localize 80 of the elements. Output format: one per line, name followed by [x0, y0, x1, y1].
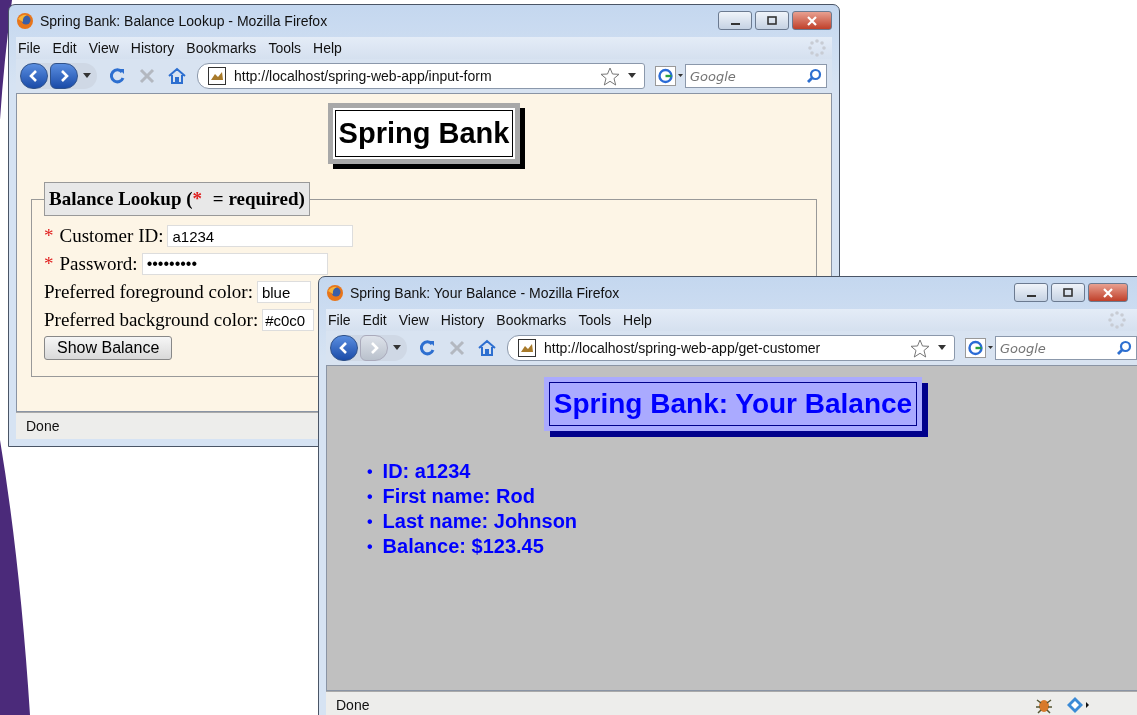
list-item: ID: a1234 [382, 459, 471, 484]
dropdown-icon[interactable] [83, 73, 91, 79]
menu-item[interactable]: Help [623, 312, 652, 328]
throbber-icon [808, 39, 826, 57]
menu-item[interactable]: Edit [362, 312, 387, 328]
dropdown-icon[interactable] [628, 73, 636, 79]
maximize-icon [766, 15, 778, 26]
url-text: http://localhost/spring-web-app/get-customer [544, 340, 822, 356]
search-icon[interactable] [806, 68, 822, 84]
field-label: Preferred foreground color: [44, 281, 253, 303]
reload-icon[interactable] [107, 66, 127, 86]
required-mark: * [44, 225, 54, 247]
bullet: • [367, 487, 373, 507]
address-bar[interactable]: http://localhost/spring-web-app/get-customer [507, 335, 955, 361]
bullet: • [367, 537, 373, 557]
menu-item[interactable]: Tools [268, 40, 302, 56]
window-title: Spring Bank: Balance Lookup - Mozilla Firefox [40, 13, 329, 29]
menu-item[interactable]: File [328, 312, 351, 328]
dropdown-icon[interactable] [938, 345, 946, 351]
list-item: Last name: Johnson [382, 509, 578, 534]
close-button[interactable] [1088, 283, 1128, 302]
maximize-button[interactable] [755, 11, 789, 30]
close-icon [1102, 287, 1114, 298]
search-icon[interactable] [1116, 340, 1132, 356]
field-label: Preferred background color: [44, 309, 259, 331]
google-icon[interactable] [965, 338, 995, 358]
list-item: Balance: $123.45 [382, 534, 544, 559]
close-button[interactable] [792, 11, 832, 30]
google-icon[interactable] [655, 66, 685, 86]
menu-item[interactable]: History [130, 40, 175, 56]
field-label: Customer ID: [59, 225, 164, 247]
maximize-button[interactable] [1051, 283, 1085, 302]
input-field[interactable]: ••••••••• [141, 253, 328, 275]
field-label: Password: [59, 253, 138, 275]
status-text: Done [336, 697, 371, 713]
minimize-button[interactable] [718, 11, 752, 30]
dropdown-icon[interactable] [393, 345, 401, 351]
firefox-icon [326, 284, 344, 302]
reload-icon[interactable] [417, 338, 437, 358]
site-icon [208, 67, 226, 85]
search-field[interactable]: Google [685, 64, 827, 88]
menu-item[interactable]: File [18, 40, 41, 56]
home-icon[interactable] [167, 66, 187, 86]
back-button[interactable] [20, 63, 48, 89]
input-field[interactable]: blue [256, 281, 311, 303]
star-icon[interactable] [600, 66, 620, 86]
sync-icon [1066, 696, 1090, 714]
minimize-button[interactable] [1014, 283, 1048, 302]
search-field[interactable]: Google [995, 336, 1137, 360]
menu-item[interactable]: Edit [52, 40, 77, 56]
site-icon [518, 339, 536, 357]
menu-item[interactable]: View [398, 312, 429, 328]
show-balance-button[interactable]: Show Balance [44, 336, 173, 360]
back-button[interactable] [330, 335, 358, 361]
legend-text: Balance Lookup (* = required) [44, 182, 310, 216]
input-field[interactable]: a1234 [167, 225, 354, 247]
menu-item[interactable]: Help [313, 40, 342, 56]
menu-item[interactable]: Bookmarks [496, 312, 567, 328]
menu-item[interactable]: View [88, 40, 119, 56]
url-text: http://localhost/spring-web-app/input-form [234, 68, 493, 84]
bullet: • [367, 462, 373, 482]
minimize-icon [730, 22, 740, 25]
home-icon[interactable] [477, 338, 497, 358]
star-icon[interactable] [910, 338, 930, 358]
close-icon [806, 15, 818, 26]
status-text: Done [26, 418, 61, 434]
menu-item[interactable]: History [440, 312, 485, 328]
throbber-icon [1108, 311, 1126, 329]
address-bar[interactable]: http://localhost/spring-web-app/input-form [197, 63, 645, 89]
minimize-icon [1026, 294, 1036, 297]
forward-button[interactable] [50, 63, 78, 89]
menu-item[interactable]: Bookmarks [186, 40, 257, 56]
firefox-icon [16, 12, 34, 30]
required-mark: * [44, 253, 54, 275]
maximize-icon [1062, 287, 1074, 298]
bullet: • [367, 512, 373, 532]
menu-item[interactable]: Tools [578, 312, 612, 328]
window-title: Spring Bank: Your Balance - Mozilla Firefox [350, 285, 621, 301]
list-item: First name: Rod [382, 484, 535, 509]
input-field[interactable]: #c0c0 [262, 309, 315, 331]
